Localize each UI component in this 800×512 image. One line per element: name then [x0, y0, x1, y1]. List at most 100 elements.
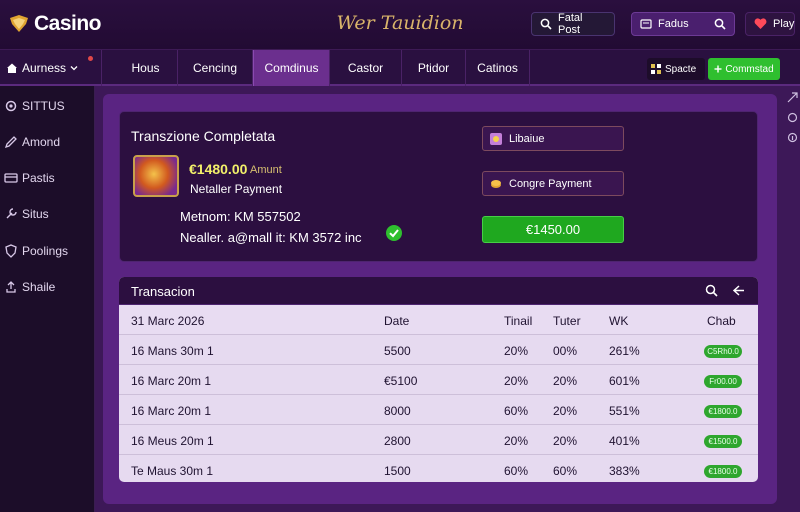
shield-icon [5, 244, 17, 258]
table-row[interactable]: 16 Meus 20m 1 2800 20% 20% 401% €1500.0 [119, 425, 758, 455]
main-nav: Aurness Hous Cencing Comdinus Castor Pti… [0, 50, 800, 86]
status-badge: €1800.0 [704, 465, 742, 478]
search-icon[interactable] [705, 284, 718, 297]
check-circle-icon [386, 225, 402, 241]
expand-icon[interactable] [787, 90, 800, 108]
neteller-email: Nealler. a@mall it: KM 3572 inc [180, 230, 362, 245]
sidebar-item-label: SITTUS [22, 99, 65, 113]
refresh-icon[interactable] [787, 110, 800, 128]
total-amount-label: €1450.00 [525, 222, 581, 237]
sidebar-item-pastis[interactable]: Pastis [0, 168, 55, 188]
sidebar-item-shaile[interactable]: Shaile [0, 277, 55, 297]
row-wk: 601% [609, 374, 640, 388]
pen-icon [4, 136, 17, 149]
commstad-label: Commstad [725, 63, 774, 75]
coins-icon [491, 179, 501, 188]
row-date: Te Maus 30m 1 [131, 464, 214, 478]
transaction-summary-card: Transzione Completata €1480.00 Amunt Net… [119, 111, 758, 262]
tab-comdinus[interactable]: Comdinus [253, 50, 330, 86]
change-payment-label: Congre Payment [509, 177, 592, 190]
grid-icon [651, 64, 661, 74]
row-amount: €5100 [384, 374, 418, 388]
tab-catinos[interactable]: Catinos [466, 50, 530, 86]
library-button[interactable]: Libaiue [482, 126, 624, 151]
top-bar: Casino Wer Tauidion Fatal Post Fadus Pla… [0, 0, 800, 50]
sidebar-item-label: Shaile [22, 280, 56, 294]
summary-amount-label: Amunt [250, 164, 282, 176]
sidebar-item-label: Pastis [22, 171, 55, 185]
sidebar-item-situs[interactable]: Situs [0, 204, 49, 224]
table-header-row: 31 Marc 2026 Date Tinail Tuter WK Chab [119, 305, 758, 335]
table-row[interactable]: 16 Marc 20m 1 €5100 20% 20% 601% Fr00.00 [119, 365, 758, 395]
row-fee: 20% [504, 434, 529, 448]
site-title: Wer Tauidion [336, 12, 464, 34]
row-tax: 60% [553, 464, 578, 478]
sidebar-item-amond[interactable]: Amond [0, 132, 60, 152]
transactions-table: Transacion 31 Marc 2026 Date Tinail Tute… [119, 277, 758, 482]
search-field[interactable]: Fadus [631, 12, 735, 36]
casino-logo[interactable]: Casino [8, 10, 102, 38]
home-icon [7, 63, 17, 73]
plus-icon [714, 65, 722, 73]
sidebar-item-sittus[interactable]: SITTUS [0, 96, 65, 116]
row-date: 16 Marc 20m 1 [131, 374, 212, 388]
table-row[interactable]: Te Maus 30m 1 1500 60% 60% 383% €1800.0 [119, 455, 758, 482]
transactions-header: Transacion [119, 277, 758, 305]
row-date: 16 Meus 20m 1 [131, 434, 214, 448]
total-amount-button[interactable]: €1450.00 [482, 216, 624, 243]
table-row[interactable]: 16 Marc 20m 1 8000 60% 20% 551% €1800.0 [119, 395, 758, 425]
row-date: 16 Marc 20m 1 [131, 404, 212, 418]
column-header: Tinail [504, 314, 533, 328]
search-button[interactable]: Fatal Post [531, 12, 615, 36]
chevron-down-icon [70, 66, 78, 71]
sidebar-item-poolings[interactable]: Poolings [0, 241, 68, 261]
tab-label: Cencing [192, 61, 238, 75]
commstad-button[interactable]: Commstad [708, 58, 780, 80]
tab-castor[interactable]: Castor [330, 50, 402, 86]
row-fee: 60% [504, 404, 529, 418]
column-header: Chab [707, 314, 736, 328]
row-wk: 401% [609, 434, 640, 448]
row-fee: 20% [504, 374, 529, 388]
library-button-label: Libaiue [509, 132, 545, 145]
column-header: Tuter [553, 314, 581, 328]
tab-hous[interactable]: Hous [114, 50, 178, 86]
play-button[interactable]: Play [745, 12, 795, 36]
payment-reference: Metnom: KM 557502 [180, 209, 301, 224]
column-header: 31 Marc 2026 [131, 314, 205, 328]
tab-label: Comdinus [264, 61, 319, 75]
row-fee: 20% [504, 344, 529, 358]
row-amount: 1500 [384, 464, 411, 478]
table-row[interactable]: 16 Mans 30m 1 5500 20% 00% 261% C5Rh0.0 [119, 335, 758, 365]
tab-label: Ptidor [417, 61, 450, 75]
row-tax: 20% [553, 374, 578, 388]
tab-cencing[interactable]: Cencing [178, 50, 253, 86]
row-amount: 5500 [384, 344, 411, 358]
sidebar-item-label: Poolings [22, 244, 69, 258]
space-button[interactable]: Spacte [647, 58, 705, 80]
status-badge: C5Rh0.0 [704, 345, 742, 358]
heart-icon [754, 18, 767, 29]
nav-home-label: Aurness [22, 61, 67, 75]
space-label: Spacte [665, 63, 697, 75]
tab-ptidor[interactable]: Ptidor [402, 50, 466, 86]
summary-amount: €1480.00 [189, 161, 248, 177]
status-badge: €1500.0 [704, 435, 742, 448]
status-badge: Fr00.00 [704, 375, 742, 388]
row-wk: 551% [609, 404, 640, 418]
row-amount: 2800 [384, 434, 411, 448]
tab-label: Catinos [477, 61, 518, 75]
play-label: Play [773, 18, 795, 30]
nav-home[interactable]: Aurness [0, 50, 102, 86]
transactions-title: Transacion [131, 284, 195, 299]
info-icon[interactable] [787, 130, 800, 148]
column-header: Date [384, 314, 410, 328]
sidebar: SITTUS Amond Pastis Situs Poolings Shail… [0, 86, 95, 512]
row-fee: 60% [504, 464, 529, 478]
filter-icon [640, 19, 652, 29]
back-arrow-icon[interactable] [732, 284, 745, 297]
casino-logo-icon [10, 15, 28, 32]
change-payment-button[interactable]: Congre Payment [482, 171, 624, 196]
sidebar-item-label: Amond [22, 135, 61, 149]
payment-method-label: Netaller Payment [190, 182, 283, 196]
